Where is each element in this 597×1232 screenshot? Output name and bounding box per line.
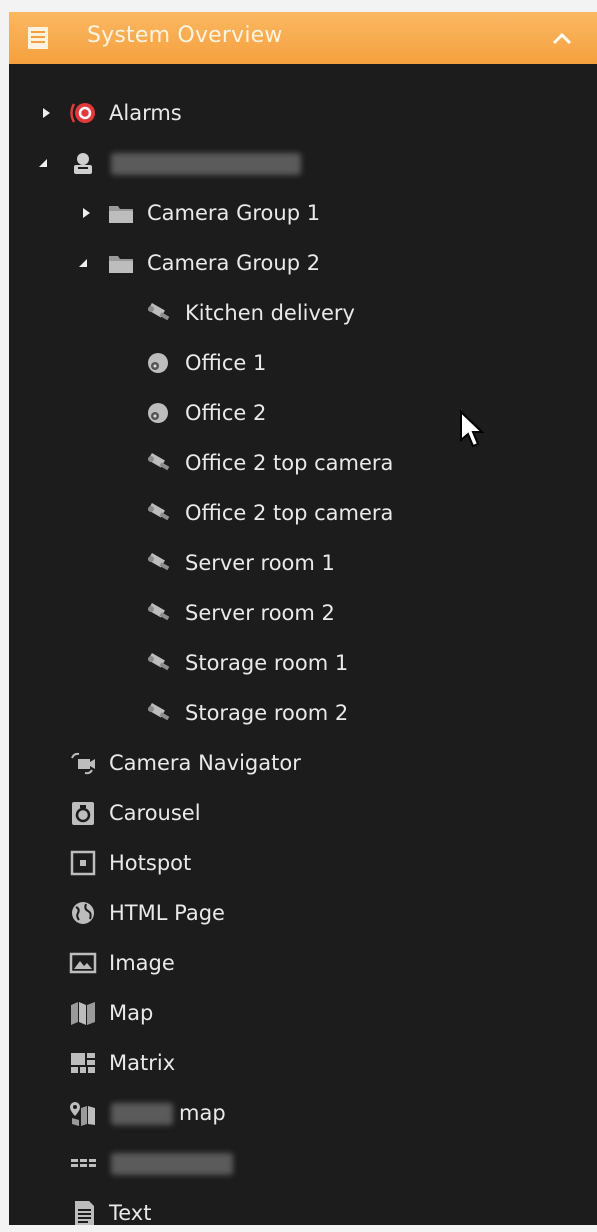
tree-item-camera-navigator[interactable]: Camera Navigator xyxy=(9,744,597,782)
tree-item-label: Server room 2 xyxy=(185,601,335,625)
camera-item[interactable]: Server room 1 xyxy=(9,544,597,582)
carousel-icon xyxy=(72,802,94,825)
image-icon xyxy=(69,952,97,974)
tree-item-html-page[interactable]: HTML Page xyxy=(9,894,597,932)
tree-item-label: HTML Page xyxy=(109,901,225,925)
tree-item-label: Matrix xyxy=(109,1051,176,1075)
tree-item-carousel[interactable]: Carousel xyxy=(9,794,597,832)
collapse-chevron-icon[interactable] xyxy=(549,26,575,52)
tree-item-map[interactable]: Map xyxy=(9,994,597,1032)
expand-arrow-icon[interactable] xyxy=(81,207,93,219)
pane-header[interactable]: System Overview xyxy=(9,12,597,64)
map-icon xyxy=(71,1002,95,1025)
ptz-camera-icon xyxy=(147,603,170,621)
ptz-camera-icon xyxy=(147,653,170,671)
collapse-arrow-icon[interactable] xyxy=(37,157,49,169)
system-tree: Alarms Camera Group 1 Camera Group 2 Kit… xyxy=(9,64,597,1225)
tree-item-hotspot[interactable]: Hotspot xyxy=(9,844,597,882)
tree-item-label: Office 1 xyxy=(185,351,267,375)
camera-item[interactable]: Storage room 1 xyxy=(9,644,597,682)
camera-item[interactable]: Office 2 top camera xyxy=(9,494,597,532)
smart-map-icon xyxy=(70,1102,95,1126)
tree-item-label: Office 2 xyxy=(185,401,267,425)
server-icon xyxy=(74,153,92,174)
tree-item-label: Alarms xyxy=(109,101,182,125)
tree-item-grid[interactable] xyxy=(9,1144,597,1182)
folder-icon xyxy=(109,256,133,273)
ptz-camera-icon xyxy=(147,553,170,571)
tree-item-label: Map xyxy=(109,1001,154,1025)
overview-icon xyxy=(28,27,48,49)
tree-item-label: Text xyxy=(109,1201,152,1225)
tree-item-label: Hotspot xyxy=(109,851,192,875)
matrix-icon xyxy=(71,1053,95,1073)
tree-item-label: Camera Group 1 xyxy=(147,201,321,225)
ptz-camera-icon xyxy=(147,453,170,471)
dome-camera-icon xyxy=(148,403,168,423)
collapse-arrow-icon[interactable] xyxy=(77,257,89,269)
tree-item-label: Image xyxy=(109,951,175,975)
ptz-camera-icon xyxy=(147,303,170,321)
tree-item-image[interactable]: Image xyxy=(9,944,597,982)
redacted-label xyxy=(111,1153,233,1175)
tree-item-alarms[interactable]: Alarms xyxy=(9,94,597,132)
mouse-pointer-icon xyxy=(460,410,485,448)
tree-item-label: Kitchen delivery xyxy=(185,301,355,325)
redacted-label xyxy=(111,153,301,175)
ptz-camera-icon xyxy=(147,503,170,521)
camera-item[interactable]: Kitchen delivery xyxy=(9,294,597,332)
tree-item-camera-group-1[interactable]: Camera Group 1 xyxy=(9,194,597,232)
tree-item-smart-map[interactable]: map xyxy=(9,1094,597,1132)
tree-item-label: Camera Group 2 xyxy=(147,251,321,275)
camera-item[interactable]: Office 2 xyxy=(9,394,597,432)
dome-camera-icon xyxy=(148,353,168,373)
redacted-label xyxy=(111,1103,173,1125)
camera-navigator-icon xyxy=(71,752,95,775)
folder-icon xyxy=(109,206,133,223)
tree-item-text[interactable]: Text xyxy=(9,1194,597,1232)
tree-item-label: Storage room 2 xyxy=(185,701,349,725)
tree-item-label: Carousel xyxy=(109,801,201,825)
tree-item-label: Storage room 1 xyxy=(185,651,349,675)
camera-item[interactable]: Server room 2 xyxy=(9,594,597,632)
camera-item[interactable]: Office 2 top camera xyxy=(9,444,597,482)
tree-item-label: Office 2 top camera xyxy=(185,451,394,475)
hotspot-icon xyxy=(70,850,96,876)
tree-item-camera-group-2[interactable]: Camera Group 2 xyxy=(9,244,597,282)
tree-item-site[interactable] xyxy=(9,144,597,182)
camera-item[interactable]: Office 1 xyxy=(9,344,597,382)
grid-icon xyxy=(71,1159,96,1167)
alarm-icon xyxy=(70,103,95,123)
expand-arrow-icon[interactable] xyxy=(41,107,53,119)
pane-title: System Overview xyxy=(87,23,283,48)
text-icon xyxy=(75,1201,94,1225)
tree-item-label: Office 2 top camera xyxy=(185,501,394,525)
camera-item[interactable]: Storage room 2 xyxy=(9,694,597,732)
tree-item-label: Camera Navigator xyxy=(109,751,301,775)
globe-icon xyxy=(72,902,94,924)
ptz-camera-icon xyxy=(147,703,170,721)
system-overview-pane: System Overview Alarms Camera Group 1 Ca… xyxy=(9,12,597,1225)
tree-item-label: map xyxy=(179,1101,226,1125)
tree-item-matrix[interactable]: Matrix xyxy=(9,1044,597,1082)
tree-item-label: Server room 1 xyxy=(185,551,335,575)
